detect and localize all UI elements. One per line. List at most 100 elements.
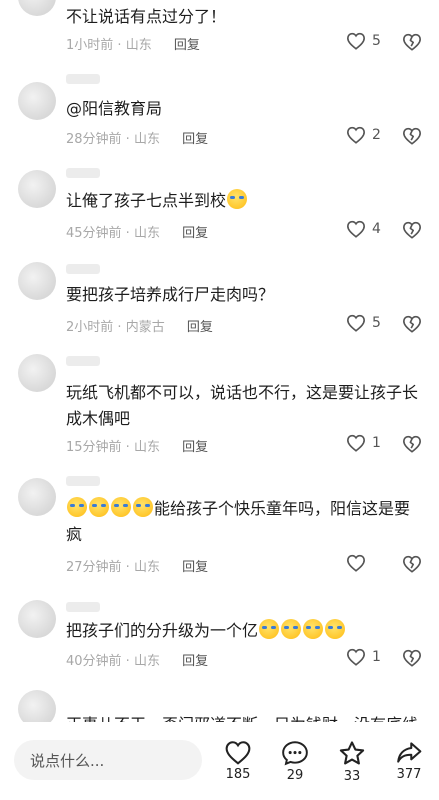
broken-heart-icon[interactable] xyxy=(402,435,422,453)
reply-button[interactable]: 回复 xyxy=(182,560,208,575)
comment-time: 28分钟前 xyxy=(66,132,122,147)
bottom-bar: 说点什么... 185 29 33 377 xyxy=(0,722,439,800)
share-action-button[interactable]: 377 xyxy=(389,740,429,782)
meta-separator: · xyxy=(113,38,126,53)
comment-meta: 2小时前 · 内蒙古 回复 xyxy=(66,316,213,335)
comment-meta: 15分钟前 · 山东 回复 xyxy=(66,436,208,455)
heart-outline-icon xyxy=(346,220,366,238)
avatar[interactable] xyxy=(18,600,56,638)
share-total-count: 377 xyxy=(396,767,422,782)
username[interactable] xyxy=(66,74,100,84)
heart-outline-icon xyxy=(346,126,366,144)
like-button[interactable]: 1 xyxy=(346,434,381,452)
avatar[interactable] xyxy=(18,170,56,208)
username[interactable] xyxy=(66,602,100,612)
broken-heart-icon[interactable] xyxy=(402,649,422,667)
comment-bubble-icon xyxy=(282,741,308,766)
like-action-button[interactable]: 185 xyxy=(218,740,258,782)
comment-text: 把孩子们的分升级为一个亿 xyxy=(66,618,422,644)
comment-location: 山东 xyxy=(133,560,160,575)
crying-emoji-icon xyxy=(67,497,87,517)
crying-emoji-icon xyxy=(259,619,280,639)
comment-text: @阳信教育局 xyxy=(66,99,163,118)
crying-emoji-icon xyxy=(133,497,153,517)
username[interactable] xyxy=(66,264,100,274)
like-button[interactable]: 1 xyxy=(346,648,381,666)
broken-heart-icon[interactable] xyxy=(402,555,422,573)
comment-location: 内蒙古 xyxy=(125,320,165,335)
avatar[interactable] xyxy=(18,82,56,120)
heart-outline-icon xyxy=(225,741,251,765)
heart-outline-icon xyxy=(346,434,366,452)
comment-meta: 45分钟前 · 山东 回复 xyxy=(66,222,208,241)
comment-input[interactable]: 说点什么... xyxy=(14,740,202,780)
username[interactable] xyxy=(66,356,100,366)
comment-time: 1小时前 xyxy=(66,38,114,53)
crying-emoji-icon xyxy=(281,619,302,639)
crying-emoji-icon xyxy=(111,497,131,517)
username[interactable] xyxy=(66,476,100,486)
comment-text: 不让说话有点过分了！ xyxy=(66,7,227,26)
comment-time: 27分钟前 xyxy=(66,560,122,575)
comment-text: 要把孩子培养成行尸走肉吗？ xyxy=(66,285,275,304)
like-button[interactable] xyxy=(346,554,372,572)
like-count: 5 xyxy=(372,315,381,331)
reply-button[interactable]: 回复 xyxy=(187,320,213,335)
avatar[interactable] xyxy=(18,478,56,516)
comment-location: 山东 xyxy=(125,38,152,53)
reply-button[interactable]: 回复 xyxy=(182,132,208,147)
avatar[interactable] xyxy=(18,354,56,392)
like-button[interactable]: 2 xyxy=(346,126,381,144)
comment-input-placeholder: 说点什么... xyxy=(30,751,105,770)
like-count: 5 xyxy=(372,33,381,49)
crying-emoji-icon xyxy=(303,619,324,639)
heart-outline-icon xyxy=(346,648,366,666)
comment-location: 山东 xyxy=(133,440,160,455)
avatar[interactable] xyxy=(18,262,56,300)
comment-text-body: 把孩子们的分升级为一个亿 xyxy=(66,621,259,640)
meta-separator: · xyxy=(121,226,134,241)
comment-text-body: 让俺了孩子七点半到校 xyxy=(66,191,227,210)
star-icon xyxy=(339,741,365,765)
favorite-action-button[interactable]: 33 xyxy=(332,740,372,784)
reply-button[interactable]: 回复 xyxy=(182,440,208,455)
like-count: 1 xyxy=(372,435,381,451)
comment-text: 能给孩子个快乐童年吗，阳信这是要疯 xyxy=(66,496,422,548)
username[interactable] xyxy=(66,168,100,178)
comment-time: 45分钟前 xyxy=(66,226,122,241)
heart-outline-icon xyxy=(346,32,366,50)
heart-outline-icon xyxy=(346,554,366,572)
reply-button[interactable]: 回复 xyxy=(174,38,200,53)
comment-action-button[interactable]: 29 xyxy=(275,740,315,783)
broken-heart-icon[interactable] xyxy=(402,127,422,145)
like-count: 4 xyxy=(372,221,381,237)
meta-separator: · xyxy=(121,654,134,669)
crying-emoji-icon xyxy=(325,619,346,639)
comment-meta: 27分钟前 · 山东 回复 xyxy=(66,556,208,575)
comment-meta: 40分钟前 · 山东 回复 xyxy=(66,650,208,669)
comment-meta: 28分钟前 · 山东 回复 xyxy=(66,128,208,147)
comment-location: 山东 xyxy=(133,226,160,241)
comment-meta: 1小时前 · 山东 回复 xyxy=(66,34,200,53)
like-button[interactable]: 5 xyxy=(346,314,381,332)
reply-button[interactable]: 回复 xyxy=(182,654,208,669)
broken-heart-icon[interactable] xyxy=(402,315,422,333)
like-total-count: 185 xyxy=(225,767,251,782)
comment-time: 40分钟前 xyxy=(66,654,122,669)
avatar[interactable] xyxy=(18,0,56,16)
broken-heart-icon[interactable] xyxy=(402,33,422,51)
comment-text: 让俺了孩子七点半到校 xyxy=(66,188,422,214)
broken-heart-icon[interactable] xyxy=(402,221,422,239)
favorite-total-count: 33 xyxy=(343,769,361,784)
meta-separator: · xyxy=(113,320,126,335)
reply-button[interactable]: 回复 xyxy=(182,226,208,241)
like-button[interactable]: 4 xyxy=(346,220,381,238)
comment-time: 2小时前 xyxy=(66,320,114,335)
comment-time: 15分钟前 xyxy=(66,440,122,455)
like-count: 2 xyxy=(372,127,381,143)
crying-emoji-icon xyxy=(227,189,248,209)
like-button[interactable]: 5 xyxy=(346,32,381,50)
crying-emoji-icon xyxy=(89,497,109,517)
share-arrow-icon xyxy=(397,742,422,763)
comment-location: 山东 xyxy=(133,654,160,669)
